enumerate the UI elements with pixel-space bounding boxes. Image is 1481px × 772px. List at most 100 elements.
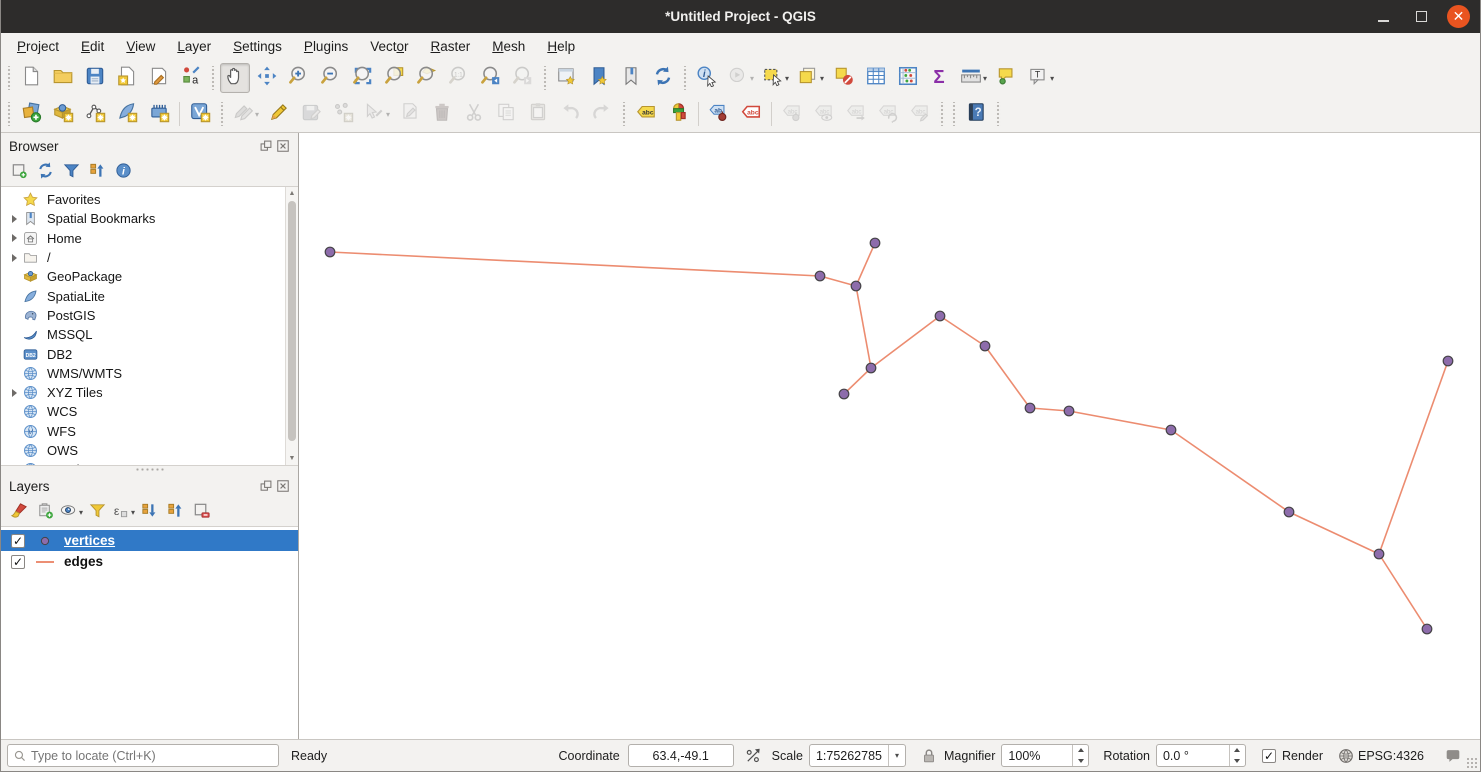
- menu-view[interactable]: View: [115, 35, 166, 58]
- locate-input[interactable]: [31, 748, 251, 763]
- epsg-status[interactable]: EPSG:4326: [1358, 749, 1424, 763]
- select-features-button[interactable]: ▾: [759, 63, 792, 93]
- maximize-button[interactable]: [1409, 5, 1433, 29]
- remove-layer-button[interactable]: [189, 501, 213, 525]
- browser-item-wcs[interactable]: WCS: [1, 402, 298, 421]
- text-annotation-button[interactable]: T ▾: [1024, 63, 1057, 93]
- open-layer-styling-panel-button[interactable]: [7, 501, 31, 525]
- collapse-all-button[interactable]: [85, 161, 109, 185]
- expand-arrow-icon[interactable]: [6, 388, 22, 397]
- new-project-button[interactable]: [16, 63, 46, 93]
- zoom-out-button[interactable]: [316, 63, 346, 93]
- open-project-button[interactable]: [48, 63, 78, 93]
- filter-browser-button[interactable]: [59, 161, 83, 185]
- messages-bubble-icon[interactable]: [1444, 747, 1462, 765]
- menu-mesh[interactable]: Mesh: [481, 35, 536, 58]
- browser-item-mssql[interactable]: MSSQL: [1, 325, 298, 344]
- save-project-button[interactable]: [80, 63, 110, 93]
- lock-scale-icon[interactable]: [920, 747, 938, 765]
- coordinate-input[interactable]: 63.4,-49.1: [627, 744, 734, 767]
- zoom-last-button[interactable]: [476, 63, 506, 93]
- layer-item-edges[interactable]: ✓ edges: [1, 551, 298, 572]
- menu-edit[interactable]: Edit: [70, 35, 115, 58]
- scale-combo[interactable]: 1:75262785 ▾: [808, 744, 906, 767]
- statistical-summary-button[interactable]: Σ: [925, 63, 955, 93]
- identify-features-button[interactable]: i: [692, 63, 722, 93]
- layer-visibility-checkbox[interactable]: ✓: [11, 554, 25, 569]
- expand-arrow-icon[interactable]: [6, 214, 22, 223]
- new-shapefile-layer-button[interactable]: [80, 99, 110, 129]
- browser-item-wfs[interactable]: V WFS: [1, 422, 298, 441]
- menu-plugins[interactable]: Plugins: [293, 35, 359, 58]
- refresh-map-button[interactable]: [648, 63, 678, 93]
- refresh-browser-button[interactable]: [33, 161, 57, 185]
- rotation-spinner[interactable]: [1228, 745, 1245, 766]
- toolbar-handle[interactable]: [951, 102, 958, 126]
- highlight-pinned-labels-button[interactable]: abc: [736, 99, 766, 129]
- browser-scrollbar[interactable]: ▲ ▼: [285, 187, 298, 465]
- layers-float-button[interactable]: [259, 479, 273, 493]
- layer-labeling-single-button[interactable]: ab: [704, 99, 734, 129]
- open-field-calculator-button[interactable]: [893, 63, 923, 93]
- layers-close-button[interactable]: [276, 479, 290, 493]
- toolbar-handle[interactable]: [6, 102, 12, 126]
- browser-item-favorites[interactable]: Favorites: [1, 190, 298, 209]
- new-map-view-button[interactable]: [552, 63, 582, 93]
- close-button[interactable]: ✕: [1447, 5, 1470, 28]
- toggle-editing-button[interactable]: [264, 99, 294, 129]
- show-spatial-bookmarks-button[interactable]: [616, 63, 646, 93]
- menu-vector[interactable]: Vector: [359, 35, 419, 58]
- browser-item-arcgismapserver[interactable]: ArcGisMapServer: [1, 460, 298, 465]
- browser-item-geopackage[interactable]: GeoPackage: [1, 267, 298, 286]
- add-selected-layers-button[interactable]: [7, 161, 31, 185]
- expand-arrow-icon[interactable]: [6, 234, 22, 243]
- expand-arrow-icon[interactable]: [6, 253, 22, 262]
- toolbar-handle[interactable]: [542, 66, 548, 90]
- browser-item-wms-wmts[interactable]: WMS/WMTS: [1, 364, 298, 383]
- toolbar-handle[interactable]: [939, 102, 946, 126]
- new-virtual-layer-button[interactable]: [185, 99, 215, 129]
- magnifier-spinbox[interactable]: 100%: [1001, 744, 1090, 767]
- style-manager-button[interactable]: a: [176, 63, 206, 93]
- zoom-to-selection-button[interactable]: [380, 63, 410, 93]
- new-spatialite-layer-button[interactable]: [112, 99, 142, 129]
- menu-help[interactable]: Help: [536, 35, 586, 58]
- browser-item-spatialite[interactable]: SpatiaLite: [1, 286, 298, 305]
- toolbar-handle[interactable]: [995, 102, 1002, 126]
- filter-by-expression-button[interactable]: ε ▾: [111, 501, 135, 525]
- browser-item-xyz-tiles[interactable]: XYZ Tiles: [1, 383, 298, 402]
- browser-item-ows[interactable]: OWS: [1, 441, 298, 460]
- map-canvas[interactable]: [299, 133, 1480, 739]
- menu-layer[interactable]: Layer: [166, 35, 222, 58]
- filter-legend-button[interactable]: [85, 501, 109, 525]
- scroll-up-arrow[interactable]: ▲: [286, 187, 298, 200]
- add-group-button[interactable]: [33, 501, 57, 525]
- menu-settings[interactable]: Settings: [222, 35, 293, 58]
- layer-item-vertices[interactable]: ✓ vertices: [1, 530, 298, 551]
- collapse-all-layers-button[interactable]: [163, 501, 187, 525]
- pan-to-selection-button[interactable]: [252, 63, 282, 93]
- manage-map-themes-button[interactable]: ▾: [59, 501, 83, 525]
- pan-map-button[interactable]: [220, 63, 250, 93]
- new-print-layout-button[interactable]: [112, 63, 142, 93]
- scroll-down-arrow[interactable]: ▼: [286, 452, 298, 465]
- layer-visibility-checkbox[interactable]: ✓: [11, 533, 25, 548]
- menu-project[interactable]: Project: [6, 35, 70, 58]
- browser-item--[interactable]: /: [1, 248, 298, 267]
- measure-line-button[interactable]: ▾: [957, 63, 990, 93]
- toolbar-handle[interactable]: [621, 102, 628, 126]
- locate-search[interactable]: [7, 744, 279, 767]
- magnifier-spinner[interactable]: [1072, 745, 1088, 766]
- toolbar-handle[interactable]: [6, 66, 12, 90]
- browser-item-spatial-bookmarks[interactable]: Spatial Bookmarks: [1, 209, 298, 228]
- scale-dropdown-arrow[interactable]: ▾: [888, 745, 905, 766]
- new-spatial-bookmark-button[interactable]: [584, 63, 614, 93]
- toolbar-handle[interactable]: [682, 66, 688, 90]
- open-data-source-manager-button[interactable]: [16, 99, 46, 129]
- browser-close-button[interactable]: [276, 139, 290, 153]
- render-toggle[interactable]: ✓ Render: [1261, 748, 1323, 763]
- browser-item-home[interactable]: Home: [1, 229, 298, 248]
- new-geopackage-layer-button[interactable]: [48, 99, 78, 129]
- extents-toggle-icon[interactable]: [744, 747, 762, 765]
- browser-item-db2[interactable]: DB2 DB2: [1, 344, 298, 363]
